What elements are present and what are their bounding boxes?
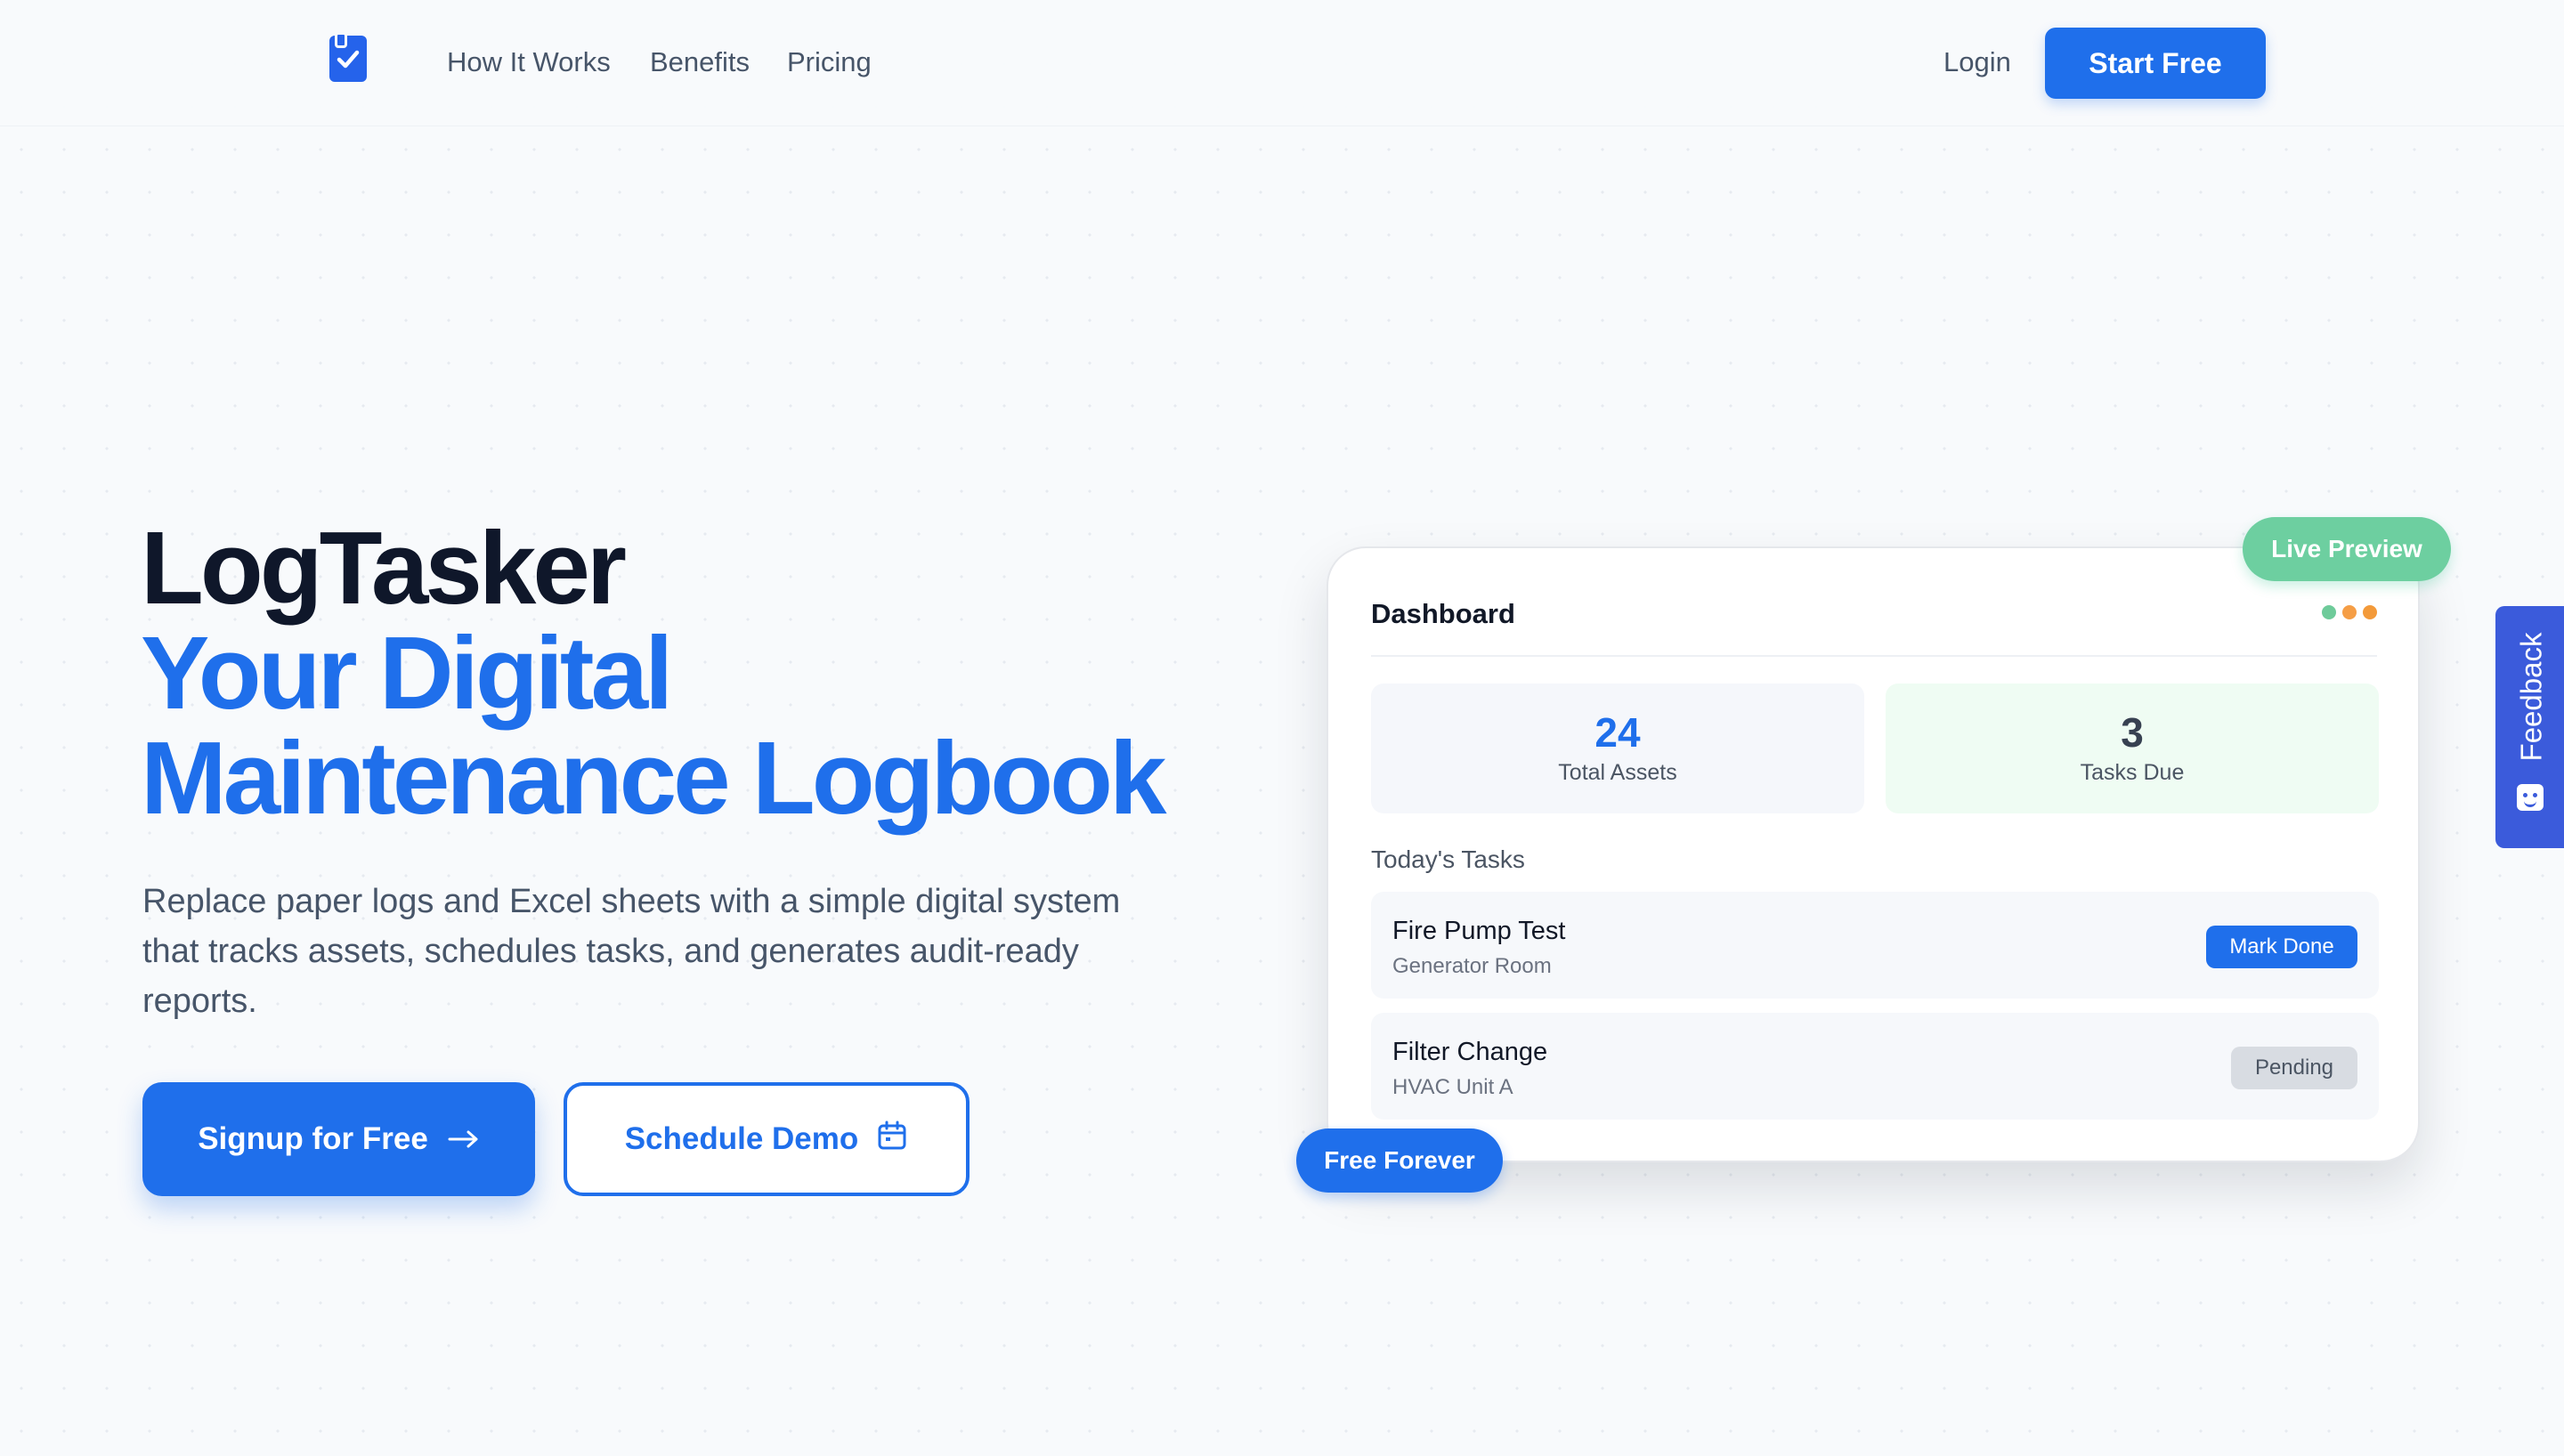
- stat-total-assets: 24 Total Assets: [1371, 684, 1864, 813]
- calendar-icon: [876, 1120, 908, 1160]
- free-forever-badge: Free Forever: [1296, 1128, 1503, 1193]
- nav-link-how-it-works[interactable]: How It Works: [447, 46, 611, 78]
- status-dot-orange: [2342, 605, 2357, 619]
- signup-button[interactable]: Signup for Free: [142, 1082, 535, 1196]
- stat-value: 24: [1594, 709, 1641, 756]
- feedback-label-wrap: Feedback: [2513, 617, 2549, 777]
- stat-label: Tasks Due: [2080, 759, 2185, 785]
- login-link[interactable]: Login: [1943, 46, 2011, 78]
- window-dots: [2322, 605, 2377, 619]
- mark-done-button[interactable]: Mark Done: [2206, 926, 2357, 968]
- clipboard-check-icon[interactable]: [329, 32, 367, 82]
- schedule-demo-button[interactable]: Schedule Demo: [564, 1082, 970, 1196]
- task-name: Filter Change: [1392, 1038, 1548, 1066]
- smile-icon: [2517, 784, 2544, 811]
- task-name: Fire Pump Test: [1392, 917, 1566, 945]
- schedule-demo-label: Schedule Demo: [624, 1121, 859, 1156]
- hero-headline-line2: Maintenance Logbook: [141, 720, 1167, 836]
- task-item: Filter Change HVAC Unit A Pending: [1371, 1013, 2379, 1120]
- task-location: HVAC Unit A: [1392, 1075, 1513, 1099]
- feedback-label: Feedback: [2514, 632, 2547, 762]
- nav-link-benefits[interactable]: Benefits: [650, 46, 750, 78]
- dashboard-preview-card: Dashboard 24 Total Assets 3 Tasks Due To…: [1327, 546, 2420, 1162]
- task-item: Fire Pump Test Generator Room Mark Done: [1371, 892, 2379, 999]
- stat-tasks-due: 3 Tasks Due: [1886, 684, 2379, 813]
- nav-link-pricing[interactable]: Pricing: [787, 46, 872, 78]
- status-dot-orange: [2363, 605, 2377, 619]
- start-free-button[interactable]: Start Free: [2045, 28, 2266, 99]
- hero-brand-title: LogTasker: [141, 510, 627, 626]
- landing-page: How It Works Benefits Pricing Login Star…: [0, 0, 2564, 1456]
- live-preview-badge: Live Preview: [2243, 517, 2451, 581]
- stat-value: 3: [2121, 709, 2144, 756]
- card-divider: [1371, 655, 2377, 657]
- hero-headline-line1: Your Digital: [141, 615, 673, 731]
- signup-button-label: Signup for Free: [198, 1121, 428, 1156]
- dashboard-title: Dashboard: [1371, 598, 1515, 629]
- status-dot-green: [2322, 605, 2336, 619]
- feedback-tab[interactable]: Feedback: [2495, 606, 2564, 848]
- todays-tasks-label: Today's Tasks: [1371, 845, 1525, 873]
- top-navigation: How It Works Benefits Pricing Login Star…: [0, 0, 2564, 126]
- pending-status-badge: Pending: [2231, 1047, 2357, 1089]
- arrow-right-icon: [448, 1121, 480, 1157]
- stat-label: Total Assets: [1558, 759, 1677, 785]
- task-location: Generator Room: [1392, 954, 1552, 978]
- hero-subtitle: Replace paper logs and Excel sheets with…: [142, 883, 1121, 1020]
